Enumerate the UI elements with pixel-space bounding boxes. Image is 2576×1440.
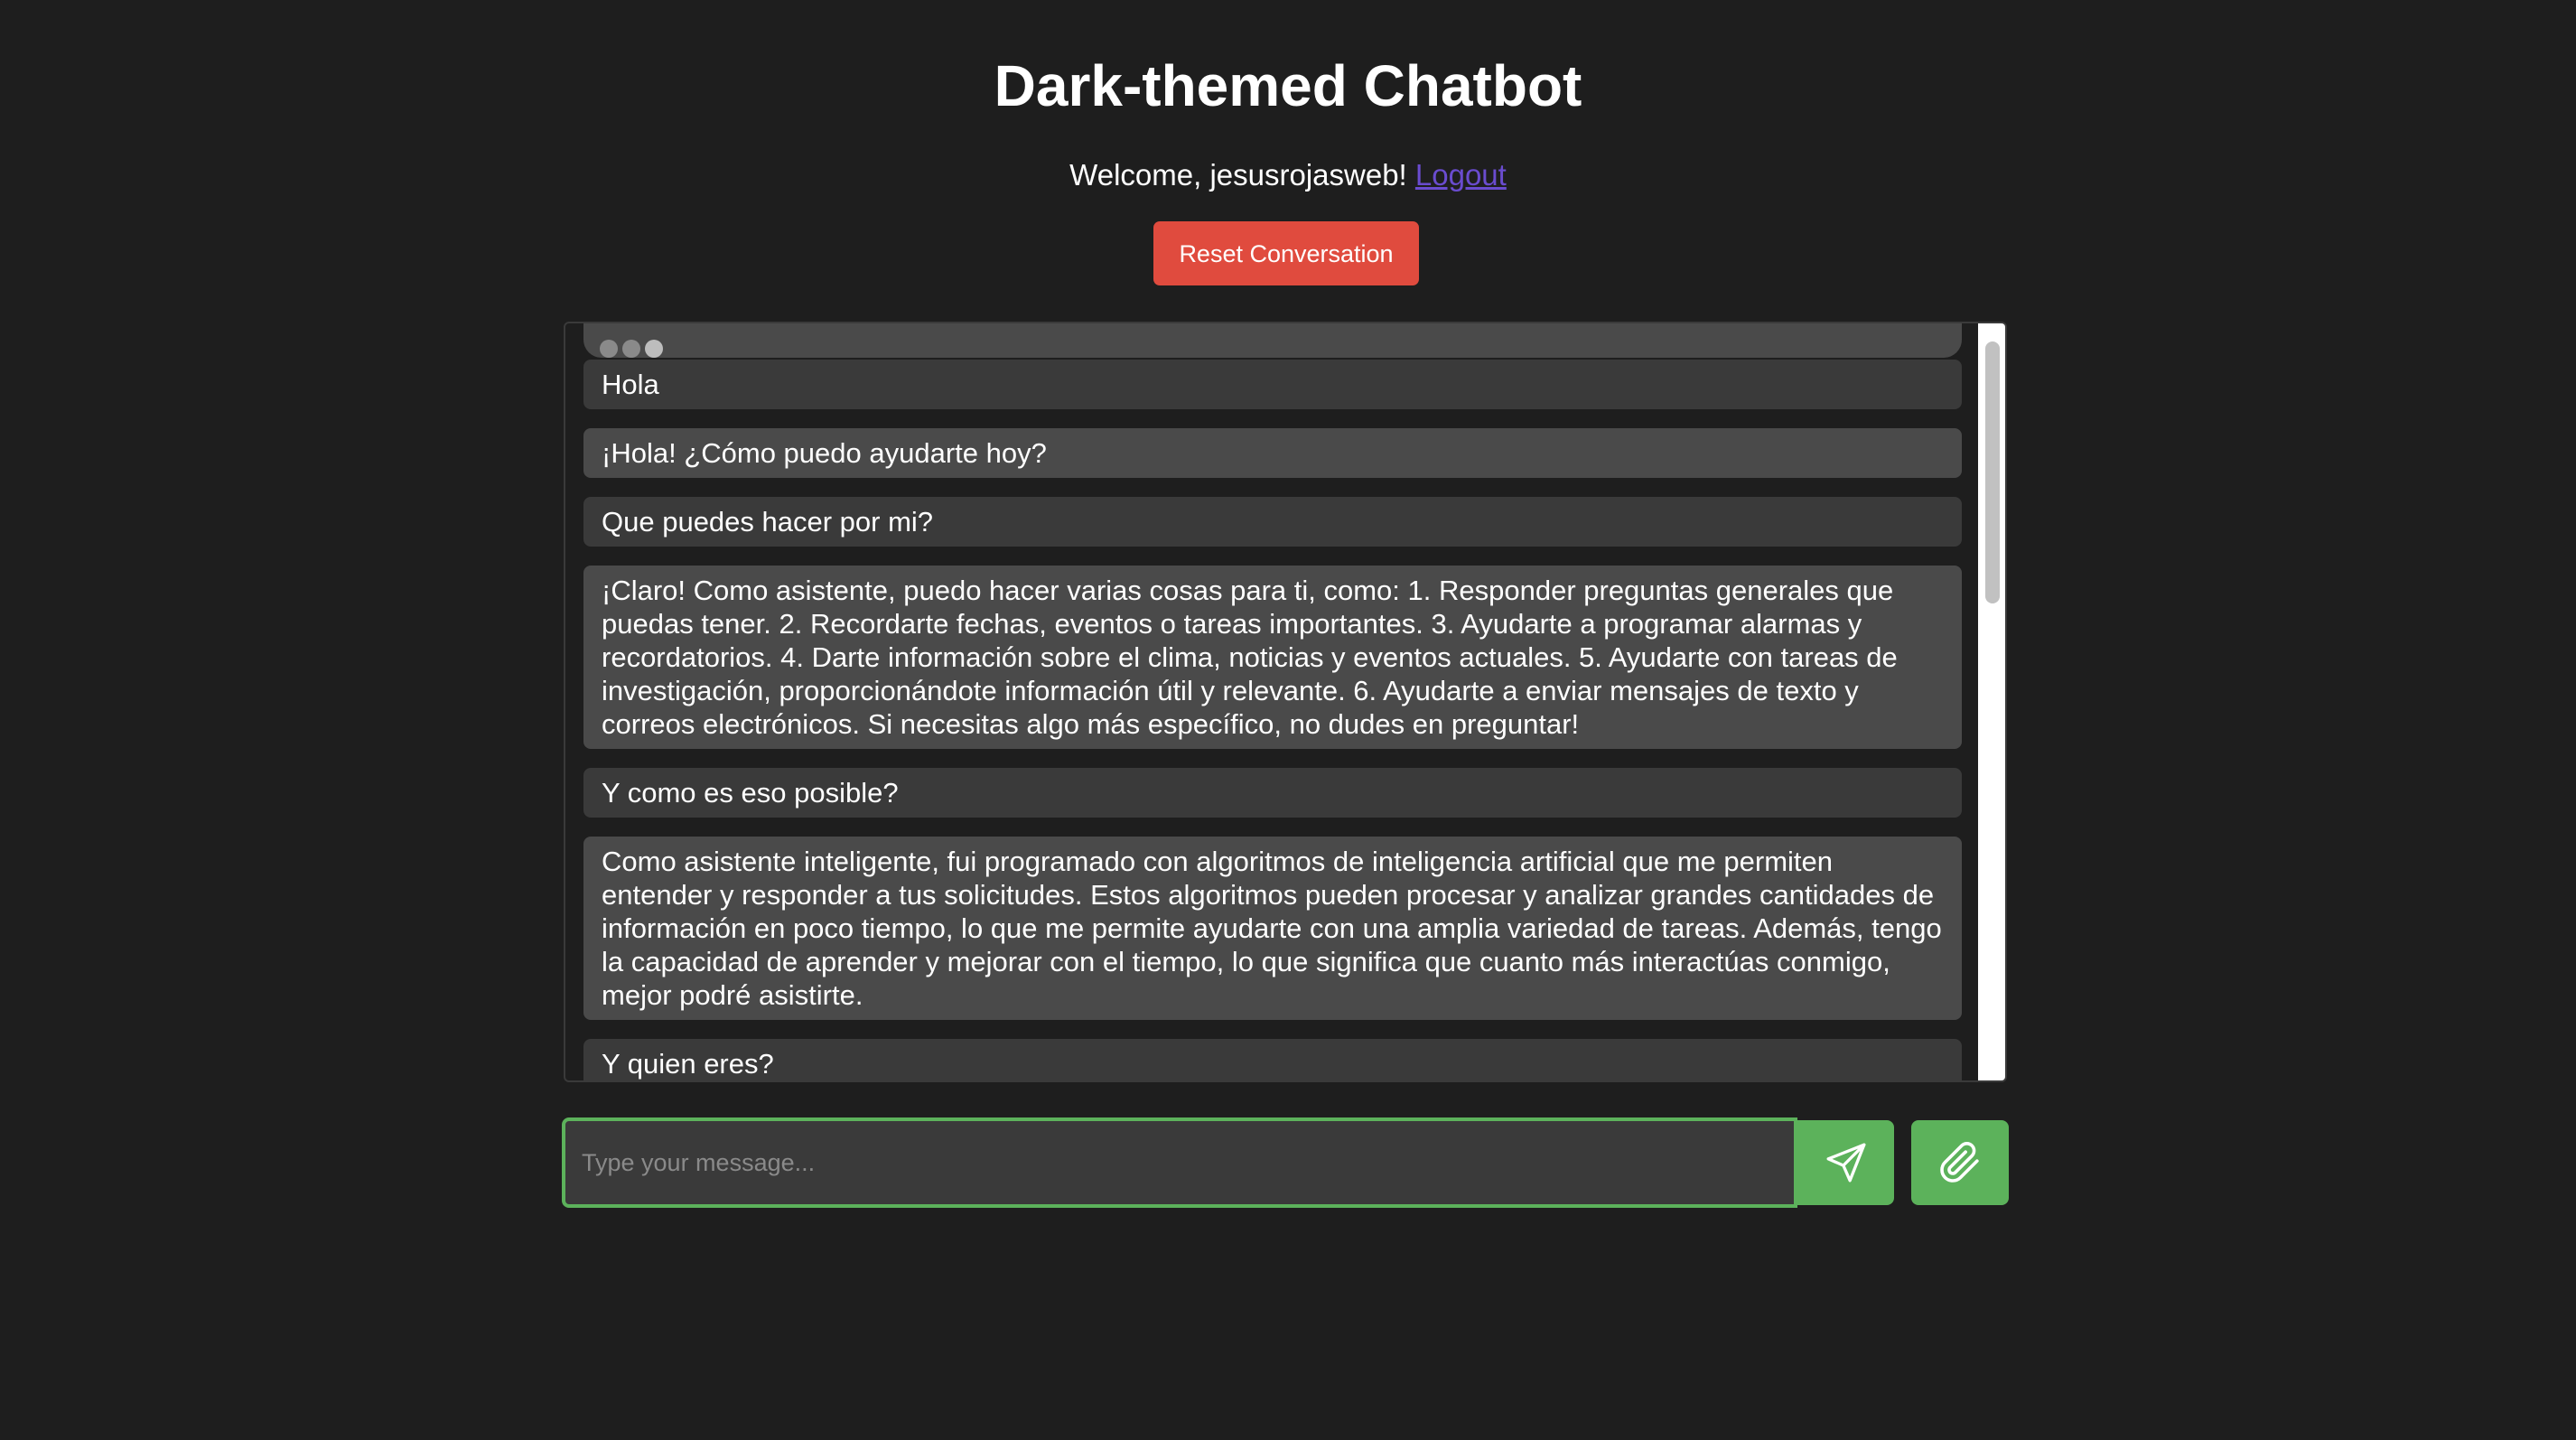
welcome-text: Welcome, jesusrojasweb! — [1069, 158, 1407, 192]
send-icon — [1826, 1143, 1865, 1183]
logout-link[interactable]: Logout — [1415, 158, 1507, 192]
typing-dot — [622, 340, 640, 358]
chat-scrollbar[interactable] — [1978, 323, 2005, 1080]
message-input[interactable] — [562, 1117, 1797, 1208]
paperclip-icon — [1940, 1142, 1979, 1183]
scrollbar-thumb[interactable] — [1985, 341, 2000, 603]
user-message: Que puedes hacer por mi? — [583, 497, 1962, 547]
page-title: Dark-themed Chatbot — [994, 53, 1582, 118]
welcome-line: Welcome, jesusrojasweb! Logout — [0, 155, 2576, 195]
user-message: Y como es eso posible? — [583, 768, 1962, 818]
chat-messages-panel[interactable]: Hola ¡Hola! ¿Cómo puedo ayudarte hoy? Qu… — [564, 322, 2007, 1082]
bot-message: ¡Claro! Como asistente, puedo hacer vari… — [583, 566, 1962, 749]
typing-dot — [645, 340, 663, 358]
message-list: Hola ¡Hola! ¿Cómo puedo ayudarte hoy? Qu… — [583, 323, 1962, 1080]
user-message: Hola — [583, 360, 1962, 409]
bot-message: Como asistente inteligente, fui programa… — [583, 837, 1962, 1020]
send-button[interactable] — [1797, 1120, 1894, 1205]
user-message: Y quien eres? — [583, 1039, 1962, 1080]
typing-indicator-icon — [583, 323, 1962, 358]
reset-conversation-button[interactable]: Reset Conversation — [1153, 221, 1419, 285]
attach-file-button[interactable] — [1911, 1120, 2009, 1205]
bot-message: ¡Hola! ¿Cómo puedo ayudarte hoy? — [583, 428, 1962, 478]
typing-dot — [600, 340, 618, 358]
